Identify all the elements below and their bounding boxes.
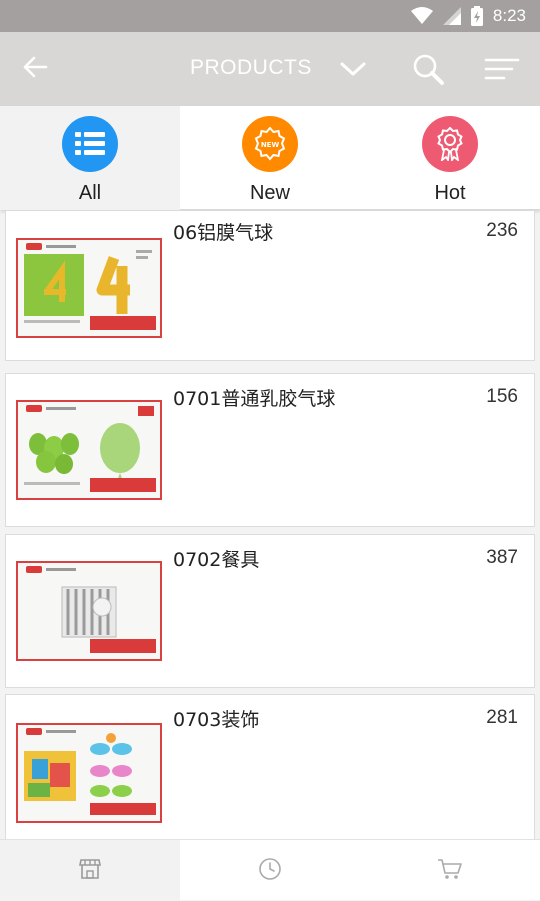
tab-hot[interactable]: Hot (360, 106, 540, 210)
tab-all-label: All (78, 182, 102, 204)
product-card[interactable]: 0702餐具 387 (5, 534, 535, 688)
list-icon (62, 116, 118, 172)
app-header: PRODUCTS (0, 32, 540, 106)
product-name: 06铝膜气球 (173, 222, 274, 244)
award-ribbon-icon (422, 116, 478, 172)
tab-all[interactable]: All (0, 106, 180, 210)
battery-icon (470, 6, 483, 26)
category-tabs: All NEW New Hot (0, 106, 540, 210)
title-dropdown-button[interactable] (338, 56, 368, 82)
product-count: 281 (486, 707, 518, 728)
product-count: 236 (486, 220, 518, 241)
tab-new[interactable]: NEW New (180, 106, 360, 210)
store-icon (78, 857, 102, 885)
signal-icon (442, 7, 461, 25)
product-count: 156 (486, 386, 518, 407)
sort-button[interactable] (484, 56, 520, 84)
bottom-nav (0, 839, 540, 901)
product-card[interactable]: 0701普通乳胶气球 156 (5, 373, 535, 527)
nav-history-button[interactable] (180, 840, 360, 901)
product-count: 387 (486, 547, 518, 568)
cart-icon (437, 857, 463, 885)
product-name: 0703装饰 (173, 709, 260, 731)
wifi-icon (410, 7, 433, 25)
tab-hot-label: Hot (434, 182, 466, 204)
tab-new-label: New (249, 182, 290, 204)
product-card[interactable]: 0703装饰 281 (5, 694, 535, 839)
product-name: 0701普通乳胶气球 (173, 388, 336, 410)
svg-text:NEW: NEW (261, 141, 280, 149)
search-button[interactable] (410, 52, 446, 88)
clock-icon (258, 857, 282, 885)
sort-icon (484, 58, 520, 88)
back-arrow-icon (22, 56, 48, 82)
chevron-down-icon (338, 62, 368, 86)
search-icon (410, 54, 446, 92)
back-button[interactable] (20, 54, 50, 84)
product-thumbnail (16, 561, 162, 661)
status-time: 8:23 (492, 6, 526, 25)
nav-cart-button[interactable] (360, 840, 540, 901)
new-badge-icon: NEW (242, 116, 298, 172)
status-bar: 8:23 (0, 0, 540, 32)
nav-store-button[interactable] (0, 840, 180, 901)
product-thumbnail (16, 723, 162, 823)
product-thumbnail (16, 400, 162, 500)
page-title: PRODUCTS (190, 56, 312, 79)
product-name: 0702餐具 (173, 549, 260, 571)
product-card[interactable]: 06铝膜气球 236 (5, 211, 535, 361)
product-thumbnail (16, 238, 162, 338)
product-list: 06铝膜气球 236 0701普通乳胶气球 156 0702餐具 387 070… (0, 211, 540, 839)
